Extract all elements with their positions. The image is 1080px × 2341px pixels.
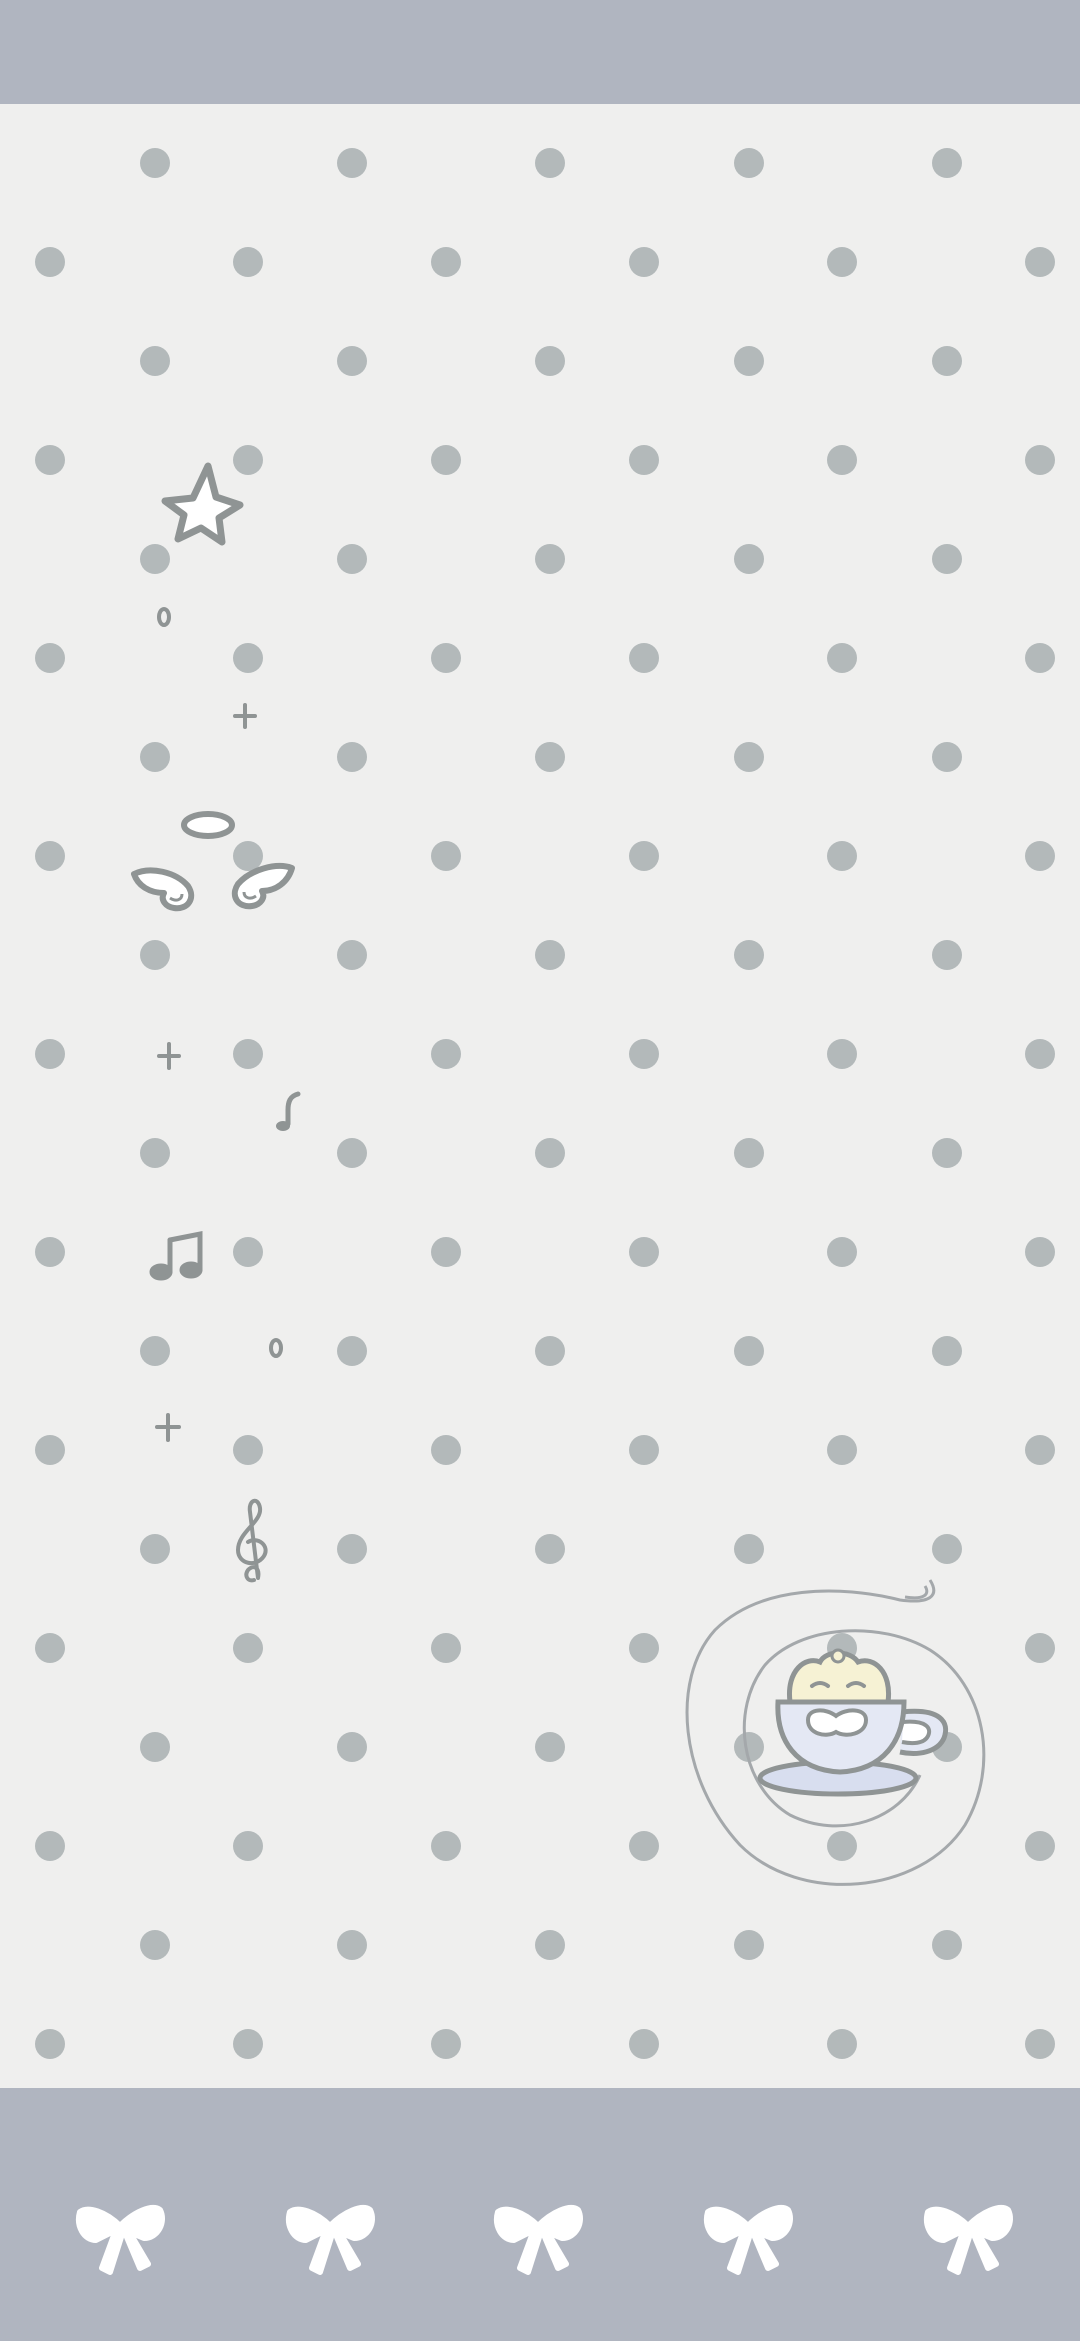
- eighth-note-icon: [276, 1091, 301, 1131]
- sparkle-icon: [155, 1413, 181, 1442]
- polka-dot-paper: [0, 104, 1080, 2088]
- teacup-creature-icon: [757, 1648, 948, 1797]
- small-circle-icon: [157, 607, 171, 627]
- star-icon: [161, 462, 244, 546]
- wing-left-icon: [131, 867, 195, 912]
- top-color-band: [0, 0, 1080, 104]
- bow-icon: [76, 2205, 165, 2275]
- bow-icon: [286, 2205, 375, 2275]
- sparkle-icon: [233, 703, 257, 729]
- bow-row: [76, 2205, 1013, 2275]
- small-circle-icon: [269, 1338, 283, 1358]
- treble-clef-icon: [236, 1498, 268, 1583]
- beamed-notes-icon: [149, 1230, 203, 1281]
- halo-icon: [181, 811, 235, 839]
- wing-right-icon: [231, 863, 295, 910]
- phone-wallpaper: [0, 0, 1080, 2341]
- bow-icon: [494, 2205, 583, 2275]
- bow-icon: [704, 2205, 793, 2275]
- doodles: [131, 462, 986, 1886]
- bottom-color-band: [0, 2088, 1080, 2341]
- sparkle-icon: [157, 1042, 181, 1070]
- bow-icon: [924, 2205, 1013, 2275]
